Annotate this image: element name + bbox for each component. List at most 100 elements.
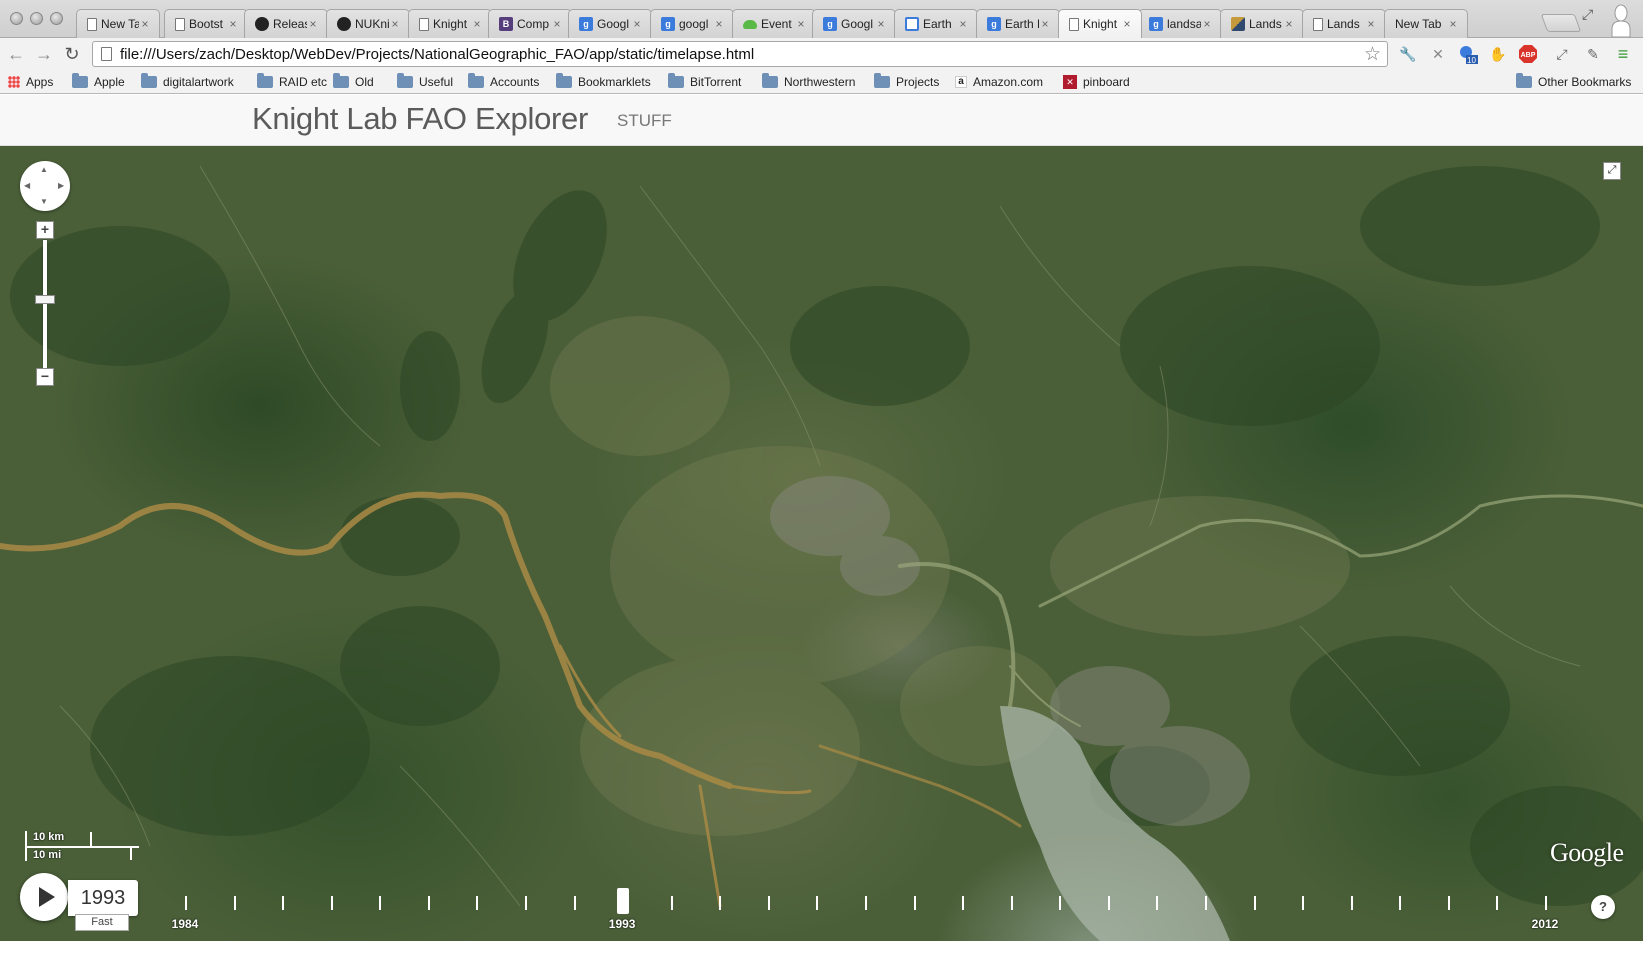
tab-close-icon[interactable]: × [227,17,239,31]
bookmark-projects[interactable]: Projects [874,73,939,91]
back-arrow-icon[interactable]: ← [4,42,28,66]
fullscreen-toggle-icon[interactable]: ⤢ [1603,162,1621,180]
pan-up-icon[interactable]: ▲ [40,165,48,174]
browser-tab[interactable]: New Tab× [1384,9,1468,38]
tab-close-icon[interactable]: × [1201,17,1213,31]
reload-icon[interactable]: ↻ [60,42,84,66]
help-button[interactable]: ? [1591,895,1615,919]
browser-tab[interactable]: Releas × [244,9,328,38]
timeline-tick[interactable] [767,896,770,910]
browser-tab[interactable]: Lands × [1220,9,1304,38]
timeline-tick[interactable] [913,896,916,910]
zoom-slider-handle[interactable] [35,295,55,304]
bookmark-bittorrent[interactable]: BitTorrent [668,73,741,91]
timeline-tick[interactable] [476,896,479,910]
bookmark-accounts[interactable]: Accounts [468,73,539,91]
timeline-handle[interactable] [617,888,630,914]
browser-tab[interactable]: B Comp × [488,9,572,38]
browser-tab[interactable]: Earth × [894,9,978,38]
play-button[interactable] [20,873,68,921]
browser-tab[interactable]: g landsa × [1138,9,1222,38]
browser-tab[interactable]: g Googl × [568,9,652,38]
timeline-tick[interactable] [1253,896,1256,910]
browser-tab[interactable]: g Googl × [812,9,896,38]
pan-control[interactable]: ▲ ▼ ◀ ▶ [20,161,70,211]
tab-close-icon[interactable]: × [713,17,725,31]
timeline-tick[interactable] [1010,896,1013,910]
fullscreen-window-icon[interactable]: ⤢ [1582,6,1593,23]
timeline-tick[interactable] [427,896,430,910]
resize-extension-icon[interactable]: ⤢ [1552,44,1572,64]
address-url[interactable]: file:///Users/zach/Desktop/WebDev/Projec… [120,46,754,63]
forward-arrow-icon[interactable]: → [32,42,56,66]
window-close-button[interactable] [10,12,23,25]
bookmark-northwestern[interactable]: Northwestern [762,73,855,91]
timeline-tick[interactable] [1447,896,1450,910]
bookmark-apple[interactable]: Apple [72,73,125,91]
bookmark-old[interactable]: Old [333,73,374,91]
tab-close-icon[interactable]: × [471,17,483,31]
new-tab-button[interactable] [1540,14,1582,32]
other-bookmarks-folder[interactable]: Other Bookmarks [1516,73,1631,91]
browser-tab[interactable]: Knight × [408,9,492,38]
satellite-map[interactable]: ▲ ▼ ◀ ▶ + − ⤢ 10 km 10 mi Google 1993 Fa… [0,146,1643,941]
bookmark-useful[interactable]: Useful [397,73,453,91]
tab-close-icon[interactable]: × [1447,17,1459,31]
tab-close-icon[interactable]: × [551,17,563,31]
site-brand[interactable]: Knight Lab FAO Explorer [252,101,588,137]
browser-tab[interactable]: Event × [732,9,816,38]
tab-close-icon[interactable]: × [795,17,807,31]
timeline-tick[interactable] [525,896,527,910]
tab-close-icon[interactable]: × [875,17,887,31]
timeline-tick[interactable] [330,896,333,910]
timeline-tick[interactable] [573,896,576,910]
timeline-tick[interactable] [816,896,819,910]
puzzle-extension-icon[interactable]: ✋ [1488,44,1508,64]
tab-close-icon[interactable]: × [1121,17,1133,31]
timeline-tick[interactable] [1205,896,1207,910]
zoom-out-button[interactable]: − [36,368,54,386]
tab-close-icon[interactable]: × [1283,17,1295,31]
bookmark-raid-etc[interactable]: RAID etc [257,73,327,91]
pin-extension-icon[interactable]: ✕ [1428,44,1448,64]
timeline-tick[interactable] [1059,896,1062,910]
zoom-slider-track[interactable] [43,240,47,368]
nav-link-stuff[interactable]: STUFF [617,111,672,131]
pan-right-icon[interactable]: ▶ [58,181,64,190]
timeline-tick[interactable] [379,896,382,910]
bookmark-digitalartwork[interactable]: digitalartwork [141,73,234,91]
pan-left-icon[interactable]: ◀ [24,181,30,190]
timeline-tick[interactable] [1399,896,1402,910]
timeline-tick[interactable] [865,896,867,910]
timeline-tick[interactable] [1156,896,1159,910]
window-zoom-button[interactable] [50,12,63,25]
eyedropper-extension-icon[interactable]: ✎ [1583,44,1603,64]
bookmark-star-icon[interactable]: ☆ [1364,43,1381,66]
zoom-in-button[interactable]: + [36,221,54,239]
timeline-tick[interactable] [670,896,673,910]
browser-tab[interactable]: g googl × [650,9,734,38]
timeline-tick[interactable] [1302,896,1305,910]
address-bar[interactable]: file:///Users/zach/Desktop/WebDev/Projec… [92,41,1388,67]
bookmark-apps[interactable]: Apps [8,73,53,91]
browser-tab[interactable]: Knight × [1058,9,1142,38]
timeline-slider[interactable]: 1984 1993 2012 [172,888,1560,931]
speed-toggle-button[interactable]: Fast [75,914,129,931]
timeline-tick[interactable] [233,896,236,910]
tab-close-icon[interactable]: × [139,17,151,31]
window-minimize-button[interactable] [30,12,43,25]
browser-tab[interactable]: New Tab× [76,9,160,38]
browser-tab[interactable]: Bootst × [164,9,248,38]
tab-close-icon[interactable]: × [389,17,401,31]
social-extension-icon[interactable]: 10 [1458,44,1478,64]
browser-tab[interactable]: g Earth E× [976,9,1060,38]
bookmark-bookmarklets[interactable]: Bookmarklets [556,73,651,91]
browser-tab[interactable]: NUKni × [326,9,410,38]
timeline-tick[interactable] [1107,896,1110,910]
timeline-tick[interactable] [1496,896,1499,910]
tab-close-icon[interactable]: × [631,17,643,31]
pan-down-icon[interactable]: ▼ [40,197,48,206]
timeline-tick[interactable] [185,896,187,910]
timeline-tick[interactable] [962,896,965,910]
tab-close-icon[interactable]: × [1039,17,1051,31]
